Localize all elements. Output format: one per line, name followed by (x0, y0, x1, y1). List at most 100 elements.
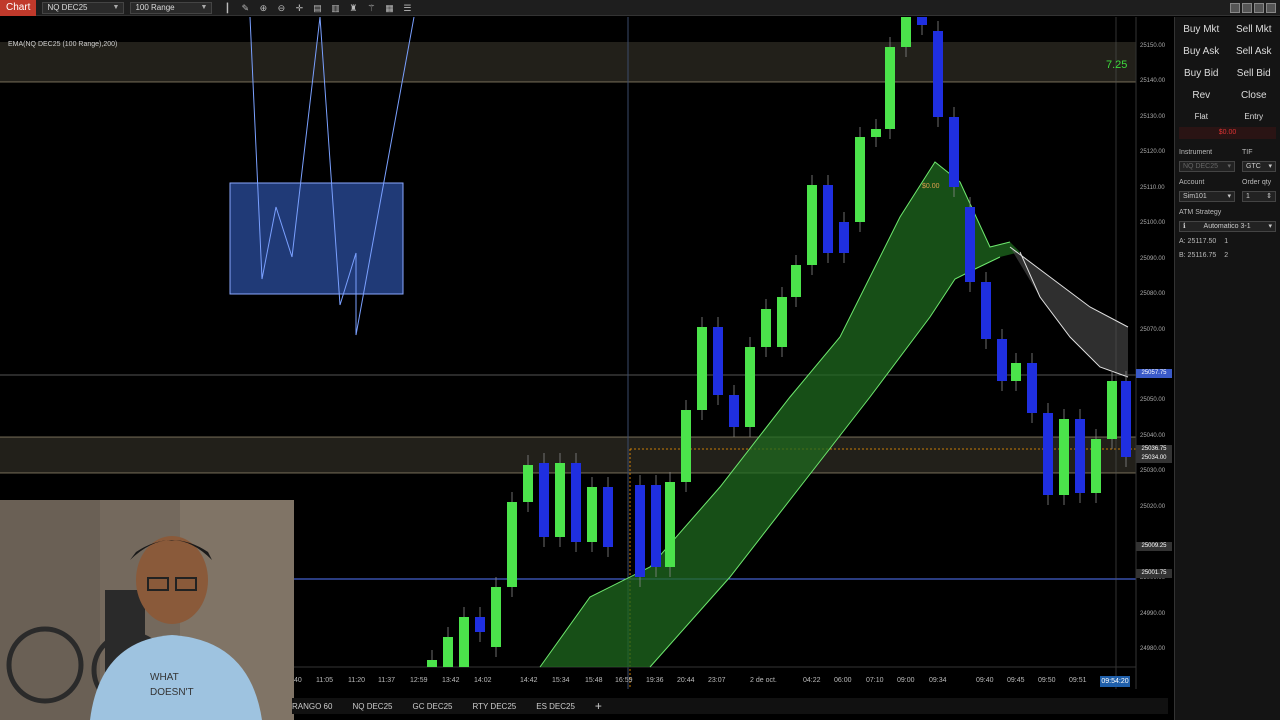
candle-body (871, 129, 881, 137)
current-time-flag: 09:54:20 (1100, 676, 1130, 687)
instrument-tabs: RANGO 60 NQ DEC25 GC DEC25 RTY DEC25 ES … (292, 698, 1168, 714)
add-tab-icon[interactable]: + (595, 699, 602, 713)
price-tick-label: 25100.00 (1140, 220, 1166, 226)
crosshair-icon[interactable]: ✛ (293, 2, 305, 14)
chevron-down-icon: ▼ (200, 3, 208, 11)
tab-es-dec25[interactable]: ES DEC25 (536, 702, 575, 711)
templates-icon[interactable]: ▥ (329, 2, 341, 14)
order-qty-value: 1 (1246, 192, 1250, 200)
tab-gc-dec25[interactable]: GC DEC25 (412, 702, 452, 711)
instrument-select[interactable]: NQ DEC25 ▾ (1179, 160, 1235, 172)
bar-type-selector-value: 100 Range (135, 2, 175, 12)
account-select-value: Sim101 (1183, 192, 1207, 200)
time-tick-label: 04:22 (803, 677, 821, 684)
atm-strategy-label: ATM Strategy (1179, 208, 1222, 216)
candle-body (901, 17, 911, 47)
time-tick-label: 2 de oct. (750, 677, 777, 684)
time-tick-label: 09:00 (897, 677, 915, 684)
tif-select-value: GTC (1246, 162, 1261, 170)
candle-body (729, 395, 739, 427)
minimize-icon[interactable] (1230, 2, 1240, 13)
sell-market-button[interactable]: Sell Mkt (1228, 19, 1280, 41)
atm-strategy-select[interactable]: ℹ Automatico 3-1 ▾ (1179, 220, 1276, 232)
account-select[interactable]: Sim101 ▾ (1179, 190, 1235, 202)
candlestick-series (427, 17, 1131, 667)
order-qty-stepper[interactable]: 1 ⇕ (1242, 190, 1276, 202)
stepper-icon[interactable]: ⇕ (1266, 192, 1272, 201)
candle-body (651, 485, 661, 567)
tif-label: TIF (1242, 148, 1253, 156)
chevron-down-icon: ▾ (1227, 162, 1231, 170)
candle-body (459, 617, 469, 667)
time-tick-label: 20:44 (677, 677, 695, 684)
reverse-button[interactable]: Rev (1175, 85, 1228, 107)
candle-body (997, 339, 1007, 381)
time-tick-label: 14:42 (520, 677, 538, 684)
flat-button[interactable]: Flat (1175, 109, 1228, 125)
candle-body (491, 587, 501, 647)
trading-platform-window: Chart NQ DEC25 ▼ 100 Range ▼ ┃ ✎ ⊕ ⊖ ✛ ▤… (0, 0, 1280, 720)
svg-text:DOESN'T: DOESN'T (150, 687, 194, 698)
tif-select[interactable]: GTC ▾ (1242, 160, 1276, 172)
candle-body (777, 297, 787, 347)
entry-button[interactable]: Entry (1228, 109, 1280, 125)
close-icon[interactable] (1266, 2, 1276, 13)
bid-size: 2 (1224, 252, 1229, 259)
price-level-flag: 25034.00 (1136, 454, 1172, 463)
ask-size: 1 (1224, 238, 1229, 245)
zoom-in-icon[interactable]: ⊕ (257, 2, 269, 14)
price-tick-label: 25030.00 (1140, 468, 1166, 474)
candle-body (965, 207, 975, 282)
candle-body (603, 487, 613, 547)
buy-bid-button[interactable]: Buy Bid (1175, 63, 1228, 85)
candle-body (507, 502, 517, 587)
time-tick-label: 11:05 (316, 677, 333, 684)
maximize-icon[interactable] (1254, 2, 1264, 13)
sell-bid-button[interactable]: Sell Bid (1228, 63, 1280, 85)
chart-trader-icon[interactable]: ▦ (383, 2, 395, 14)
chevron-down-icon: ▾ (1268, 222, 1272, 230)
candle-body (1091, 439, 1101, 493)
instrument-selector[interactable]: NQ DEC25 ▼ (42, 1, 125, 14)
candle-body (713, 327, 723, 395)
time-tick-label: 09:45 (1007, 677, 1025, 684)
chevron-down-icon: ▾ (1227, 192, 1231, 200)
price-tick-label: 24990.00 (1140, 611, 1166, 617)
svg-text:WHAT: WHAT (150, 672, 179, 683)
buy-market-button[interactable]: Buy Mkt (1175, 19, 1228, 41)
candle-body (539, 463, 549, 537)
tab-rango-60[interactable]: RANGO 60 (292, 702, 332, 711)
strategies-icon[interactable]: ♜ (347, 2, 359, 14)
chart-tab[interactable]: Chart (0, 0, 37, 16)
price-tick-label: 25070.00 (1140, 327, 1166, 333)
tab-rty-dec25[interactable]: RTY DEC25 (473, 702, 517, 711)
price-tick-label: 24980.00 (1140, 646, 1166, 652)
bid-price: B: 25116.75 (1179, 252, 1217, 259)
bar-type-selector[interactable]: 100 Range ▼ (130, 1, 213, 14)
atm-strategy-value: Automatico 3-1 (1203, 222, 1251, 230)
bar-type-icon[interactable]: ┃ (221, 2, 233, 14)
indicators-icon[interactable]: ⚚ (365, 2, 377, 14)
candle-body (1043, 413, 1053, 495)
buy-ask-button[interactable]: Buy Ask (1175, 41, 1228, 63)
price-tick-label: 25130.00 (1140, 114, 1166, 120)
time-tick-label: 11:37 (378, 677, 395, 684)
info-icon[interactable]: ℹ (1183, 222, 1186, 231)
time-tick-label: 16:59 (615, 677, 633, 684)
sell-ask-button[interactable]: Sell Ask (1228, 41, 1280, 63)
draw-icon[interactable]: ✎ (239, 2, 251, 14)
time-tick-label: 09:50 (1038, 677, 1056, 684)
time-tick-label: 11:20 (348, 677, 365, 684)
time-tick-label: 40 (294, 677, 302, 684)
price-tick-label: 25040.00 (1140, 433, 1166, 439)
pin-icon[interactable] (1242, 2, 1252, 13)
zoom-out-icon[interactable]: ⊖ (275, 2, 287, 14)
chevron-down-icon: ▼ (112, 3, 120, 11)
rectangle-drawing[interactable] (229, 182, 404, 295)
tab-nq-dec25[interactable]: NQ DEC25 (352, 702, 392, 711)
ema-ribbon (540, 162, 1020, 667)
current-price-flag: 25057.75 (1136, 369, 1172, 378)
properties-icon[interactable]: ▤ (311, 2, 323, 14)
close-position-button[interactable]: Close (1228, 85, 1280, 107)
list-icon[interactable]: ☰ (401, 2, 413, 14)
